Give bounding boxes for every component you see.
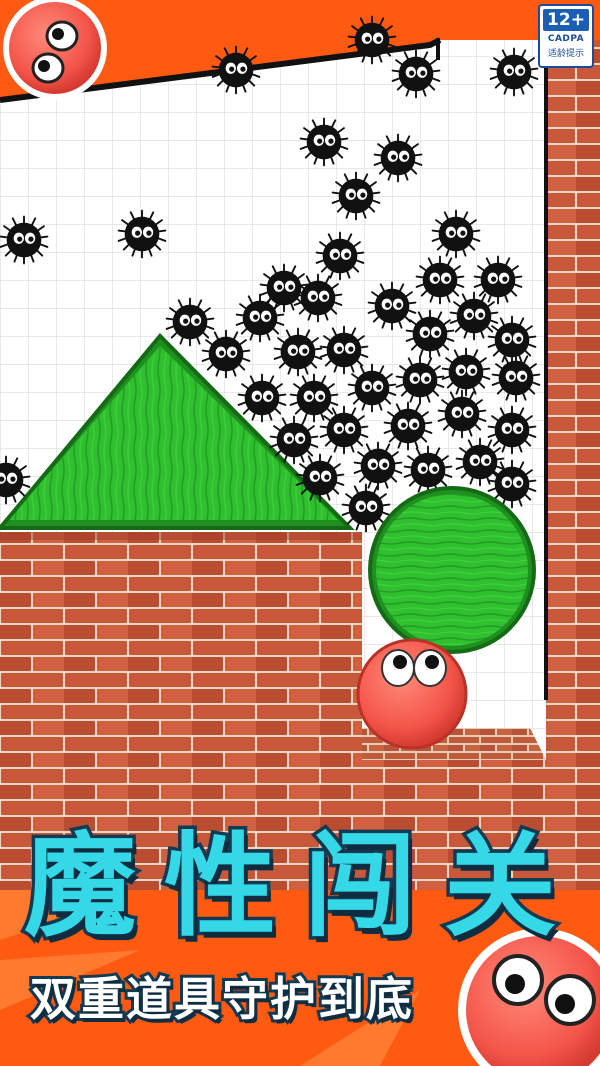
age-rating-tip: 适龄提示 bbox=[547, 49, 584, 59]
age-rating-number: 12+ bbox=[543, 9, 589, 31]
game-promo-screen: 12+ CADPA 适龄提示 魔 性 闯 关 双重道具守护到底 bbox=[0, 0, 600, 1066]
headline-char: 关 bbox=[441, 819, 560, 956]
green-wood-ball bbox=[368, 486, 536, 654]
age-rating-badge: 12+ CADPA 适龄提示 bbox=[538, 4, 594, 68]
headline-char: 魔 bbox=[21, 819, 140, 956]
right-brick-wall bbox=[546, 40, 600, 890]
headline-title: 魔 性 闯 关 bbox=[18, 819, 578, 962]
age-rating-org: CADPA bbox=[547, 34, 585, 44]
red-ball-icon bbox=[356, 638, 468, 750]
subtitle-tagline: 双重道具守护到底 bbox=[27, 969, 415, 1029]
headline-char: 性 bbox=[161, 819, 280, 956]
mascot-top-left-icon bbox=[3, 0, 107, 100]
headline-char: 闯 bbox=[301, 819, 420, 956]
